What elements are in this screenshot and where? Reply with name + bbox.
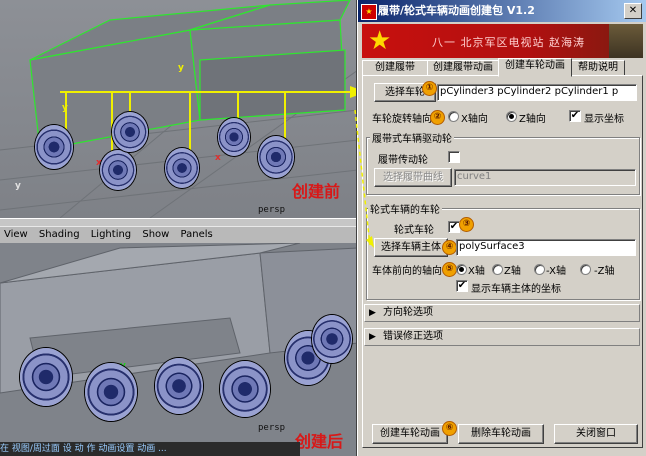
wheel-after-4 <box>220 361 270 417</box>
camera-label-bottom: persp <box>258 423 286 433</box>
step-2-badge: ② <box>430 110 445 125</box>
star-icon: ★ <box>368 26 392 56</box>
menu-lighting[interactable]: Lighting <box>91 229 131 240</box>
caption-after: 创建后 <box>295 432 344 451</box>
tank-image <box>609 24 643 58</box>
app-icon: ★ <box>361 4 377 20</box>
viewport-menubar: View Shading Lighting Show Panels <box>0 226 358 244</box>
tab-help[interactable]: 帮助说明 <box>571 60 625 76</box>
forward-neg-x-radio[interactable] <box>534 264 545 275</box>
direction-wheel-section-label: 方向轮选项 <box>383 307 433 318</box>
step-5-badge: ⑤ <box>442 262 457 277</box>
wheeled-label: 轮式车轮 <box>394 225 434 236</box>
svg-text:y: y <box>178 63 184 73</box>
tab-wheel-animation[interactable]: 创建车轮动画 <box>498 58 572 77</box>
load-track-curve-button[interactable]: 选择履带曲线 <box>374 168 452 187</box>
forward-x-label: X轴 <box>468 266 485 277</box>
wheel-3 <box>112 112 148 152</box>
create-animation-button[interactable]: 创建车轮动画 <box>372 424 448 444</box>
show-body-coords-checkbox[interactable]: ✔ <box>456 280 468 292</box>
svg-text:y: y <box>62 103 68 113</box>
forward-z-label: Z轴 <box>504 266 521 277</box>
step-1-badge: ① <box>422 81 437 96</box>
wheel-1 <box>35 125 73 169</box>
expand-arrow-icon: ▶ <box>369 308 376 318</box>
close-window-button[interactable]: 关闭窗口 <box>554 424 638 444</box>
help-line: 在 视图/周过面 设 动 作 动画设置 动画 ... <box>0 442 300 456</box>
svg-text:y: y <box>15 181 21 191</box>
track-drive-checkbox[interactable] <box>448 151 460 163</box>
svg-text:x: x <box>215 153 221 163</box>
forward-neg-x-label: -X轴 <box>546 266 566 277</box>
close-icon[interactable]: ✕ <box>624 3 642 19</box>
forward-neg-z-radio[interactable] <box>580 264 591 275</box>
step-4-badge: ④ <box>442 240 457 255</box>
wheel-after-6 <box>312 315 352 363</box>
show-coords-checkbox[interactable]: ✔ <box>569 110 581 122</box>
error-fix-section[interactable]: ▶ 错误修正选项 <box>364 328 640 346</box>
camera-label-top: persp <box>258 205 286 215</box>
tab-create-track[interactable]: 创建履带 <box>362 60 428 76</box>
menu-panels[interactable]: Panels <box>181 229 213 240</box>
dialog-title: 履带/轮式车辆动画创建包 V1.2 <box>378 4 535 17</box>
wheel-animation-dialog: ★ 履带/轮式车辆动画创建包 V1.2 ✕ ★ 八一 北京军区电视站 赵海涛 创… <box>357 0 646 456</box>
dialog-titlebar[interactable]: ★ 履带/轮式车辆动画创建包 V1.2 ✕ <box>358 0 646 22</box>
menu-view[interactable]: View <box>4 229 28 240</box>
banner-text: 八一 北京军区电视站 赵海涛 <box>432 36 585 49</box>
rotation-axis-label: 车轮旋转轴向 <box>372 114 432 125</box>
forward-axis-label: 车体前向的轴向 <box>372 266 442 277</box>
wheel-after-3 <box>155 358 203 414</box>
menu-shading[interactable]: Shading <box>39 229 80 240</box>
wheel-6 <box>258 136 294 178</box>
tab-track-animation[interactable]: 创建履带动画 <box>427 60 499 76</box>
show-body-coords-label: 显示车辆主体的坐标 <box>471 284 561 295</box>
viewport-after[interactable]: y x persp <box>0 243 358 456</box>
error-fix-section-label: 错误修正选项 <box>383 331 443 342</box>
track-drive-group-title: 履带式车辆驱动轮 <box>370 130 454 145</box>
wheel-5 <box>218 118 250 156</box>
axis-x-radio[interactable] <box>448 111 459 122</box>
menu-show[interactable]: Show <box>142 229 169 240</box>
wheel-4 <box>165 148 199 188</box>
wheeled-group-title: 轮式车辆的车轮 <box>368 201 442 216</box>
banner: ★ 八一 北京军区电视站 赵海涛 <box>362 24 643 58</box>
wheel-2 <box>100 150 136 190</box>
step-6-badge: ⑥ <box>442 421 457 436</box>
delete-animation-button[interactable]: 删除车轮动画 <box>458 424 544 444</box>
axis-z-radio[interactable] <box>506 111 517 122</box>
body-field[interactable]: polySurface3 <box>456 239 636 256</box>
forward-x-radio[interactable] <box>456 264 467 275</box>
forward-z-radio[interactable] <box>492 264 503 275</box>
axis-z-label: Z轴向 <box>519 114 546 125</box>
track-curve-field[interactable]: curve1 <box>454 169 636 186</box>
select-body-button[interactable]: 选择车辆主体 <box>374 238 448 257</box>
track-drive-label: 履带传动轮 <box>378 155 428 166</box>
wheel-after-2 <box>85 363 137 421</box>
show-coords-label: 显示坐标 <box>584 114 624 125</box>
forward-neg-z-label: -Z轴 <box>594 266 615 277</box>
step-3-badge: ③ <box>459 217 474 232</box>
axis-x-label: X轴向 <box>461 114 488 125</box>
expand-arrow-icon: ▶ <box>369 332 376 342</box>
direction-wheel-section[interactable]: ▶ 方向轮选项 <box>364 304 640 322</box>
wheel-after-1 <box>20 348 72 406</box>
caption-before: 创建前 <box>292 182 341 201</box>
wheels-field[interactable]: pCylinder3 pCylinder2 pCylinder1 p <box>437 84 637 101</box>
